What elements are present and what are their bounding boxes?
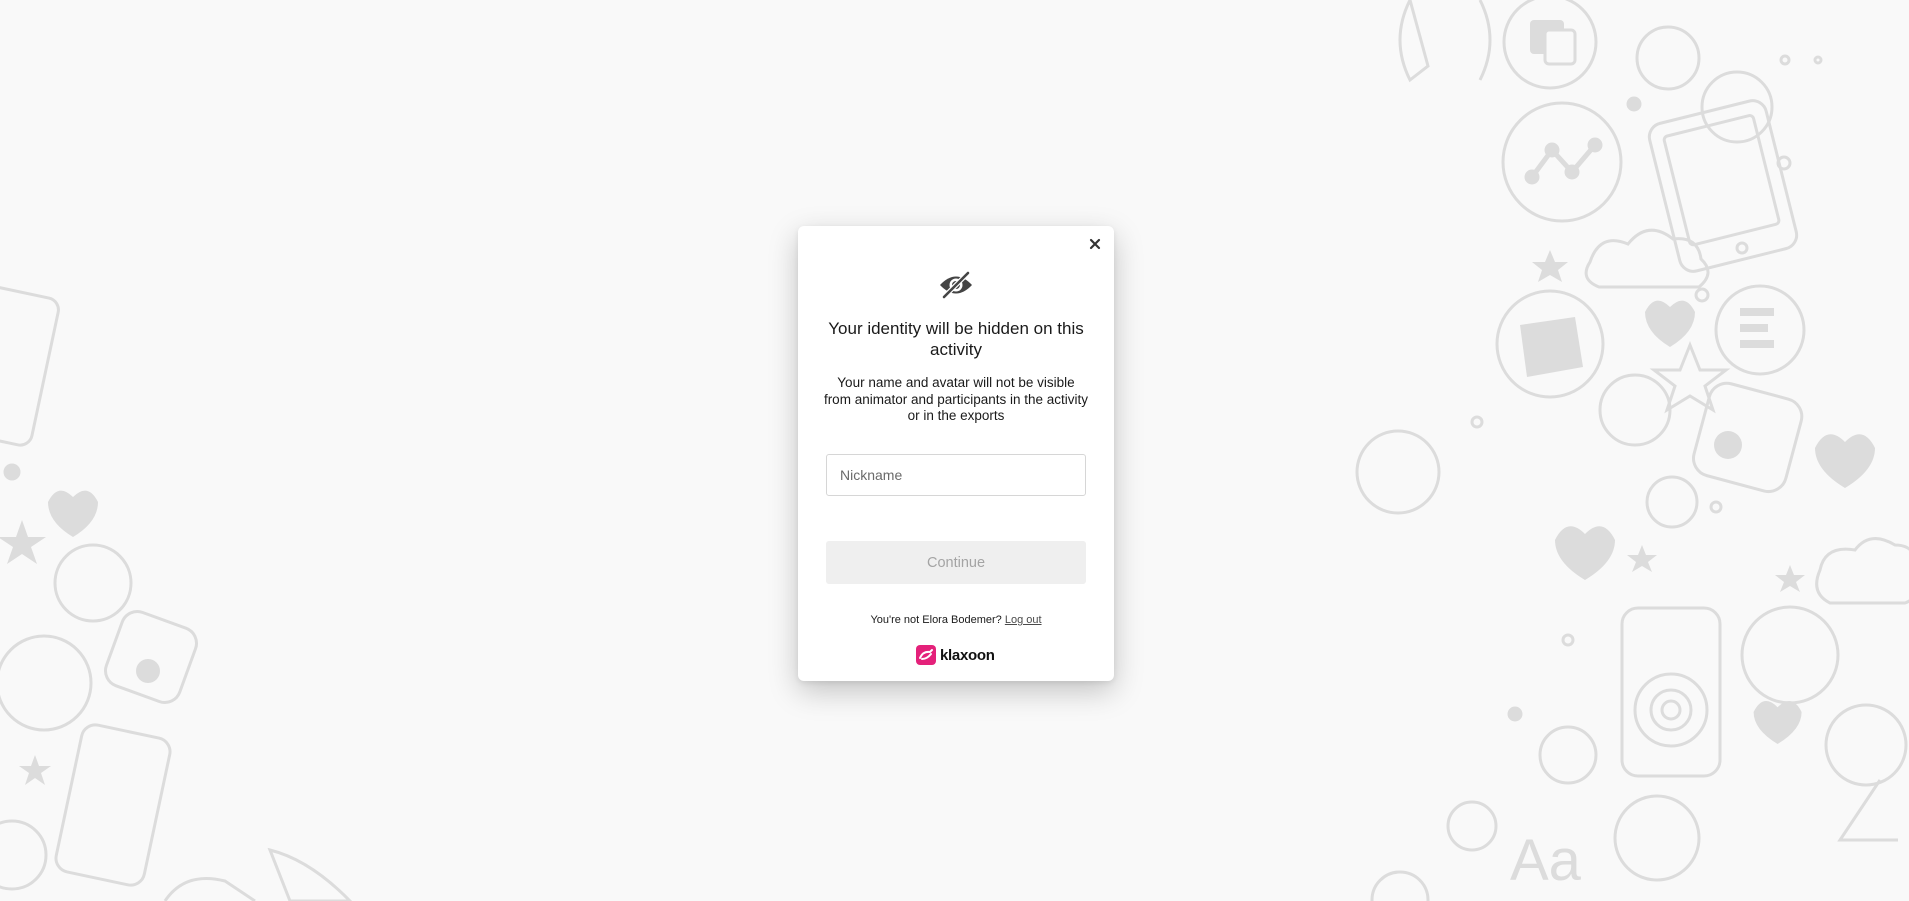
klaxoon-logo: klaxoon [916,645,995,665]
nickname-input[interactable] [826,454,1086,496]
svg-text:Aa: Aa [1510,828,1582,893]
continue-button[interactable]: Continue [826,541,1086,584]
not-you-text: You're not Elora Bodemer? [870,614,1002,626]
close-button[interactable] [1086,235,1104,253]
not-you-row: You're not Elora Bodemer? Log out [798,614,1114,626]
close-icon [1089,238,1101,250]
anonymous-identity-modal: Your identity will be hidden on this act… [798,226,1114,681]
logout-link[interactable]: Log out [1005,614,1042,626]
klaxoon-logo-icon [916,645,936,665]
modal-description: Your name and avatar will not be visible… [823,375,1089,423]
brand-name: klaxoon [940,646,995,664]
modal-title: Your identity will be hidden on this act… [828,319,1084,359]
eye-slash-icon [940,270,972,300]
